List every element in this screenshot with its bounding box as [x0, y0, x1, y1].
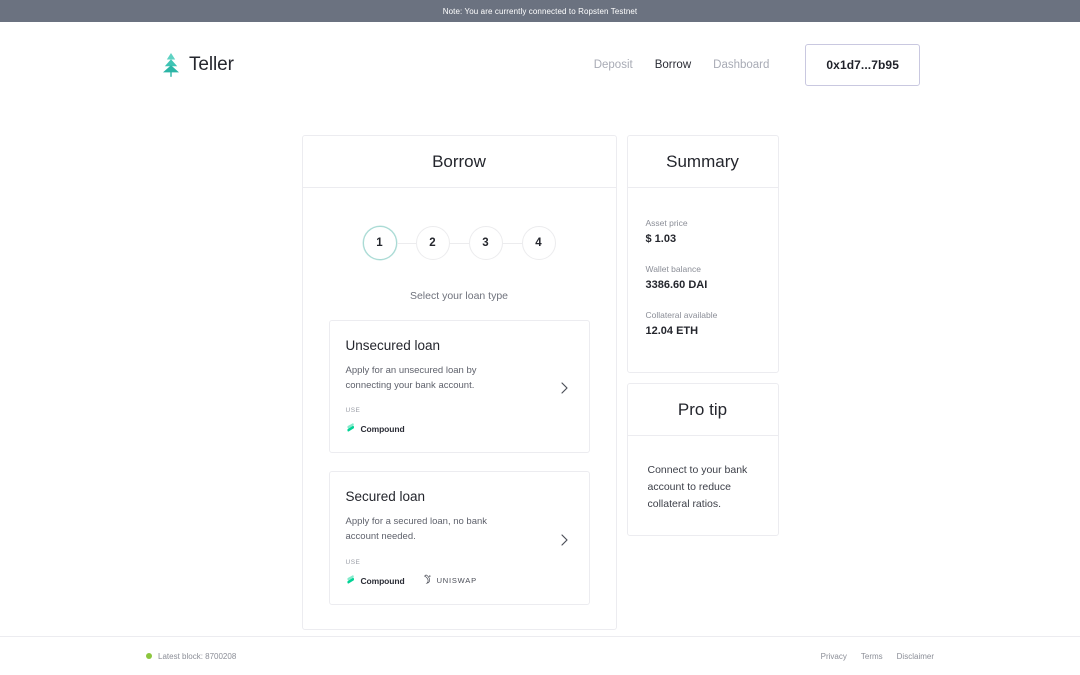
uniswap-icon: [423, 572, 433, 590]
summary-row-value: 12.04 ETH: [646, 325, 760, 337]
wallet-address-button[interactable]: 0x1d7...7b95: [805, 44, 920, 86]
summary-card-title: Summary: [666, 152, 739, 172]
network-notice-text: Note: You are currently connected to Rop…: [443, 7, 638, 16]
stepper-connector: [503, 243, 522, 244]
borrow-card: Borrow 1 2 3 4 Select your loan type Uns…: [302, 135, 617, 630]
protocol-name: Compound: [361, 576, 405, 586]
nav-link-borrow[interactable]: Borrow: [655, 59, 691, 71]
loan-option-unsecured[interactable]: Unsecured loan Apply for an unsecured lo…: [329, 320, 590, 453]
loan-option-secured[interactable]: Secured loan Apply for a secured loan, n…: [329, 471, 590, 604]
loan-option-description: Apply for an unsecured loan by connectin…: [346, 364, 496, 393]
main-content: Borrow 1 2 3 4 Select your loan type Uns…: [0, 107, 1080, 630]
nav-link-deposit[interactable]: Deposit: [594, 59, 633, 71]
sidebar-column: Summary Asset price $ 1.03 Wallet balanc…: [627, 135, 779, 536]
chevron-right-icon: [557, 382, 573, 394]
summary-row-wallet-balance: Wallet balance 3386.60 DAI: [646, 264, 760, 291]
teller-tree-logo-icon: [160, 52, 182, 78]
stepper-step-3[interactable]: 3: [469, 226, 503, 260]
pro-tip-text: Connect to your bank account to reduce c…: [648, 462, 758, 513]
network-notice-bar: Note: You are currently connected to Rop…: [0, 0, 1080, 22]
footer-link-privacy[interactable]: Privacy: [821, 652, 847, 661]
loan-option-description: Apply for a secured loan, no bank accoun…: [346, 515, 496, 544]
summary-card: Summary Asset price $ 1.03 Wallet balanc…: [627, 135, 779, 373]
chevron-right-icon: [557, 534, 573, 546]
protocol-name: UNISWAP: [437, 576, 477, 585]
pro-tip-card-body: Connect to your bank account to reduce c…: [628, 436, 778, 535]
summary-row-value: $ 1.03: [646, 233, 760, 245]
summary-row-collateral-available: Collateral available 12.04 ETH: [646, 310, 760, 337]
site-header: Teller Deposit Borrow Dashboard 0x1d7...…: [0, 22, 1080, 107]
borrow-card-header: Borrow: [303, 136, 616, 188]
loan-option-content: Secured loan Apply for a secured loan, n…: [346, 489, 557, 589]
protocol-compound: Compound: [346, 572, 405, 590]
pro-tip-card-header: Pro tip: [628, 384, 778, 436]
protocol-list: Compound: [346, 420, 557, 438]
step-caption: Select your loan type: [410, 290, 508, 302]
stepper-connector: [397, 243, 416, 244]
pro-tip-card: Pro tip Connect to your bank account to …: [627, 383, 779, 536]
stepper-step-1[interactable]: 1: [363, 226, 397, 260]
status-dot-icon: [146, 653, 152, 659]
main-navigation: Deposit Borrow Dashboard 0x1d7...7b95: [594, 44, 920, 86]
brand-name: Teller: [189, 54, 234, 76]
pro-tip-card-title: Pro tip: [678, 400, 727, 420]
nav-link-dashboard[interactable]: Dashboard: [713, 59, 769, 71]
latest-block-status: Latest block: 8700208: [146, 652, 236, 661]
summary-row-label: Asset price: [646, 218, 760, 228]
summary-row-value: 3386.60 DAI: [646, 279, 760, 291]
stepper-step-2[interactable]: 2: [416, 226, 450, 260]
summary-row-label: Collateral available: [646, 310, 760, 320]
footer-links: Privacy Terms Disclaimer: [821, 652, 934, 661]
protocol-name: Compound: [361, 424, 405, 434]
stepper-connector: [450, 243, 469, 244]
latest-block-text: Latest block: 8700208: [158, 652, 236, 661]
protocol-compound: Compound: [346, 420, 405, 438]
compound-icon: [346, 420, 357, 438]
loan-option-content: Unsecured loan Apply for an unsecured lo…: [346, 338, 557, 438]
use-label: USE: [346, 407, 557, 414]
site-footer: Latest block: 8700208 Privacy Terms Disc…: [0, 636, 1080, 675]
summary-card-header: Summary: [628, 136, 778, 188]
summary-row-label: Wallet balance: [646, 264, 760, 274]
brand-logo-link[interactable]: Teller: [160, 52, 234, 78]
summary-row-asset-price: Asset price $ 1.03: [646, 218, 760, 245]
protocol-uniswap: UNISWAP: [423, 572, 477, 590]
footer-link-disclaimer[interactable]: Disclaimer: [897, 652, 934, 661]
loan-option-title: Secured loan: [346, 489, 557, 504]
footer-link-terms[interactable]: Terms: [861, 652, 883, 661]
borrow-card-title: Borrow: [432, 152, 486, 172]
summary-card-body: Asset price $ 1.03 Wallet balance 3386.6…: [628, 188, 778, 359]
borrow-card-body: 1 2 3 4 Select your loan type Unsecured …: [303, 188, 616, 629]
stepper-step-4[interactable]: 4: [522, 226, 556, 260]
protocol-list: Compound UNISWAP: [346, 572, 557, 590]
use-label: USE: [346, 559, 557, 566]
loan-option-title: Unsecured loan: [346, 338, 557, 353]
borrow-stepper: 1 2 3 4: [363, 226, 556, 260]
compound-icon: [346, 572, 357, 590]
